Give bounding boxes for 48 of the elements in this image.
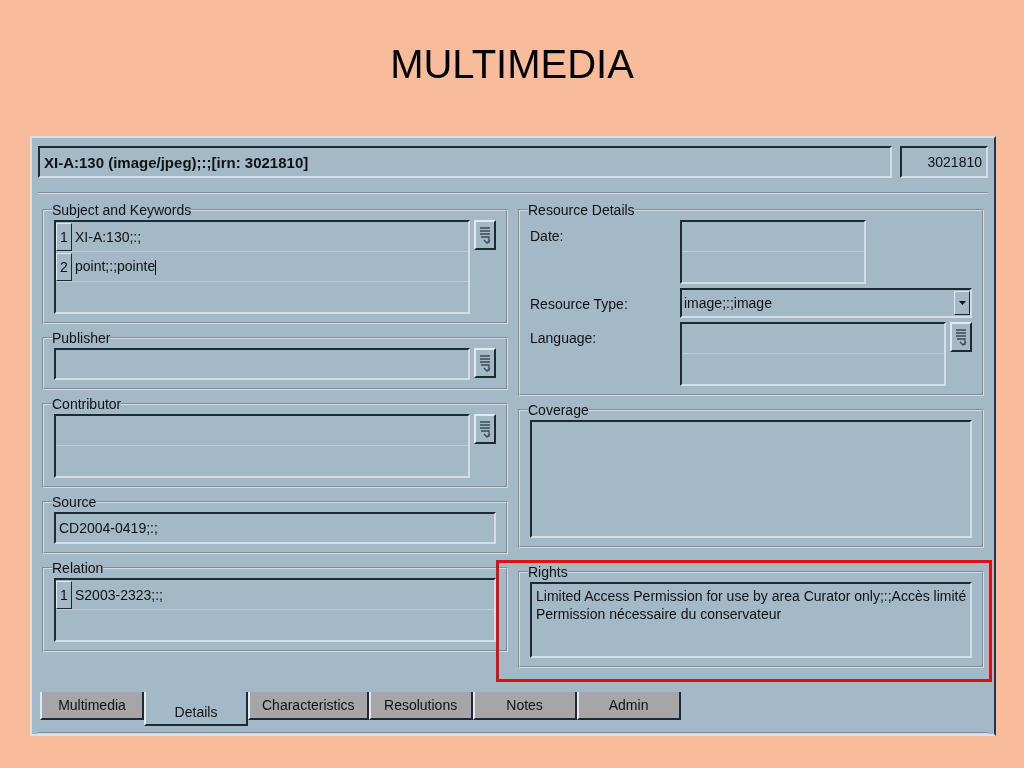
field-label: Language: xyxy=(530,329,598,346)
lookup-button[interactable] xyxy=(474,220,496,250)
caret-icon xyxy=(958,301,966,305)
lookup-button[interactable] xyxy=(474,348,496,378)
tab[interactable]: Characteristics xyxy=(248,692,369,720)
list-entry: XI-A:130;:; xyxy=(75,228,142,245)
text-area[interactable] xyxy=(530,420,972,538)
field-label: Date: xyxy=(530,227,565,244)
list-lookup-icon xyxy=(955,327,967,347)
list-field[interactable]: 1 XI-A:130;:; 2 point;:;pointe xyxy=(54,220,470,314)
tab[interactable]: Resolutions xyxy=(368,692,473,720)
list-entry: S2003-2323;:; xyxy=(75,586,163,603)
lookup-button[interactable] xyxy=(950,322,972,352)
slide-title: MULTIMEDIA xyxy=(390,42,634,88)
rights-text: Permission nécessaire du conservateur xyxy=(536,606,783,622)
dropdown-field[interactable]: image;:;image xyxy=(680,288,972,318)
group-title: Contributor xyxy=(52,396,122,412)
text-field[interactable]: CD2004-0419;:; xyxy=(54,512,496,544)
group-title: Publisher xyxy=(52,330,111,346)
text-field[interactable] xyxy=(54,348,470,380)
list-field[interactable] xyxy=(680,220,866,284)
lookup-button[interactable] xyxy=(474,414,496,444)
text-area[interactable]: Limited Access Permission for use by area Curator only;:;Accès limité Permission nécessaire du conservateur xyxy=(530,582,972,658)
group-title: Rights xyxy=(528,564,568,580)
irn-field: 3021810 xyxy=(900,146,988,178)
tab[interactable]: Details xyxy=(144,692,248,726)
row-number: 1 xyxy=(56,580,72,609)
row-number: 1 xyxy=(56,222,72,251)
field-label: Resource Type: xyxy=(530,295,629,312)
group-title: Relation xyxy=(52,560,104,576)
dropdown-button[interactable] xyxy=(954,291,970,315)
tab[interactable]: Admin xyxy=(576,692,681,720)
rights-text: Limited Access Permission for use by area Curator only;:;Accès limité xyxy=(536,588,966,604)
group-title: Resource Details xyxy=(528,202,635,218)
tab[interactable]: Multimedia xyxy=(40,692,144,720)
group-title: Source xyxy=(52,494,97,510)
group-title: Subject and Keywords xyxy=(52,202,192,218)
list-lookup-icon xyxy=(479,225,491,245)
row-number: 2 xyxy=(56,252,72,281)
list-lookup-icon xyxy=(479,353,491,373)
record-title-field: XI-A:130 (image/jpeg);:;[irn: 3021810] xyxy=(38,146,892,178)
group-title: Coverage xyxy=(528,402,589,418)
list-field[interactable] xyxy=(680,322,946,386)
list-field[interactable] xyxy=(54,414,470,478)
list-field[interactable]: 1 S2003-2323;:; xyxy=(54,578,496,642)
tab[interactable]: Notes xyxy=(472,692,577,720)
list-lookup-icon xyxy=(479,419,491,439)
list-entry: point;:;pointe xyxy=(75,258,157,275)
